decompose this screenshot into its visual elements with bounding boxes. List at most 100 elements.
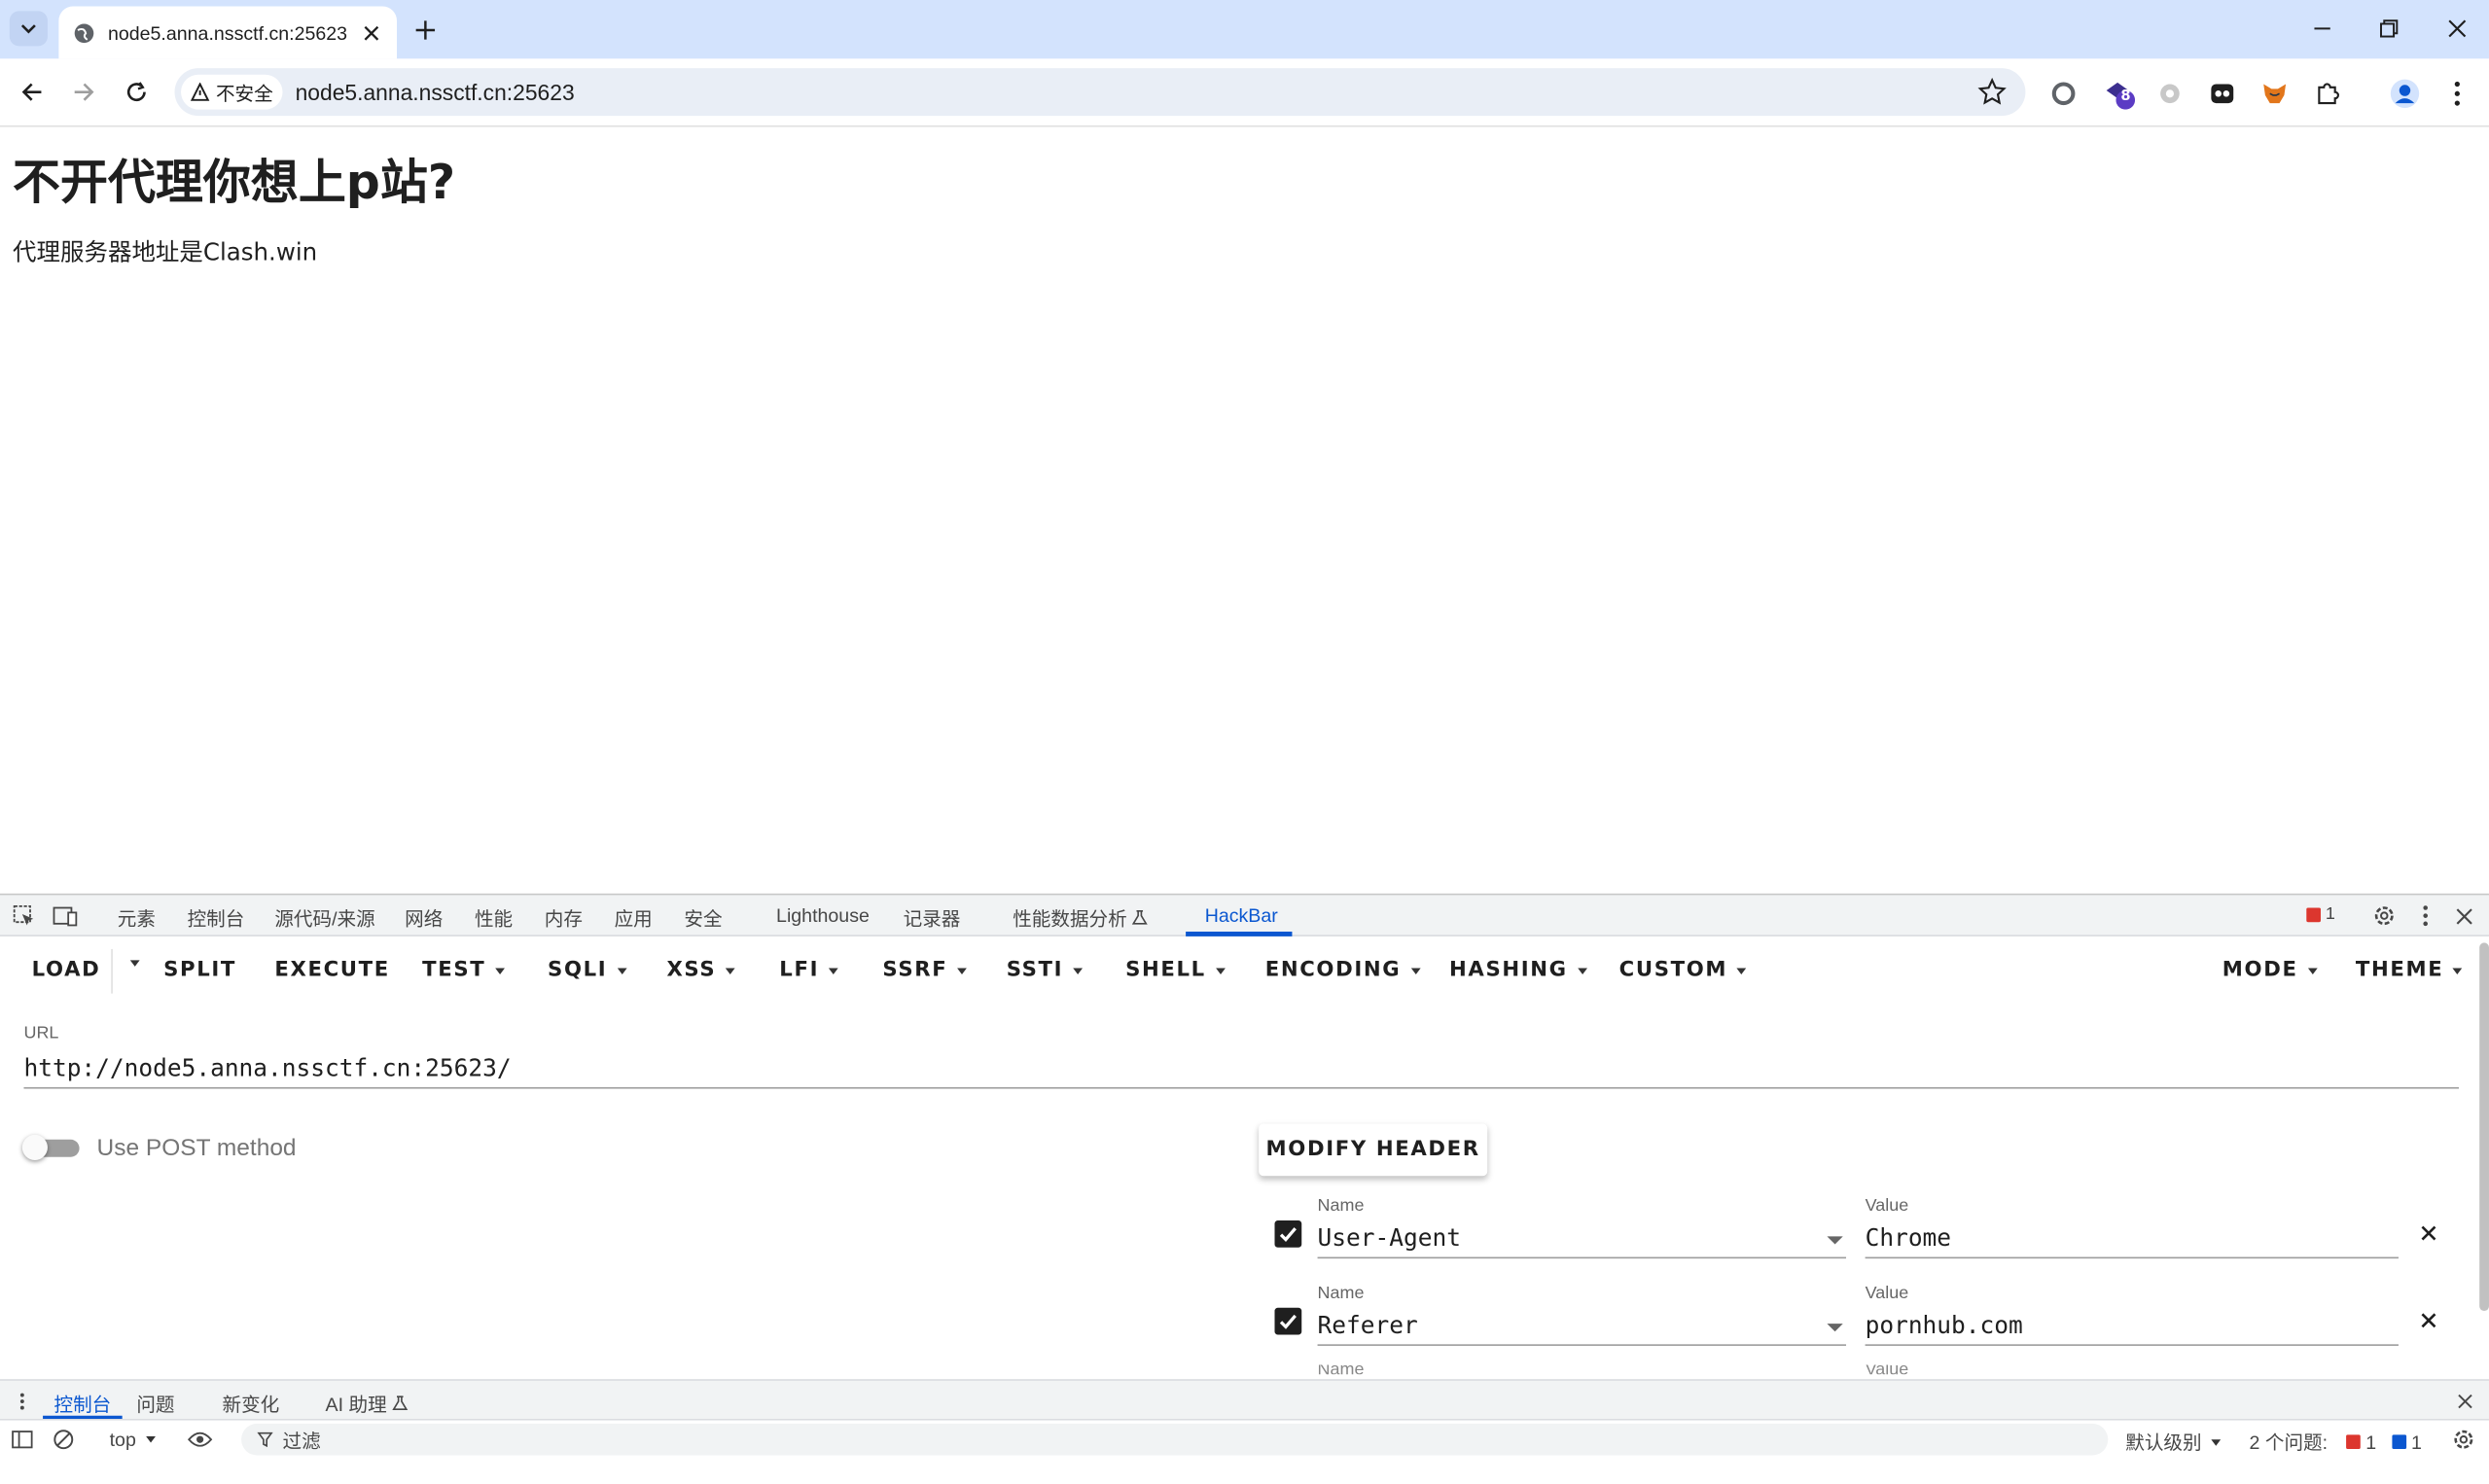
extension-circle-icon[interactable] (2046, 76, 2081, 111)
reload-button[interactable] (116, 71, 157, 112)
devtools-close-icon[interactable] (2451, 903, 2476, 929)
mode-menu[interactable]: MODE (2222, 959, 2318, 982)
sqli-menu[interactable]: SQLI (548, 959, 626, 982)
header-name-field[interactable]: Referer (1317, 1308, 1847, 1346)
header-value-field[interactable]: pornhub.com (1865, 1308, 2399, 1346)
lfi-menu[interactable]: LFI (779, 959, 838, 982)
metamask-fox-icon[interactable] (2258, 76, 2293, 111)
header-name-field[interactable]: User-Agent (1317, 1220, 1847, 1259)
console-settings-icon[interactable] (2451, 1427, 2476, 1452)
devtools-settings-icon[interactable] (2371, 903, 2397, 929)
browser-tabstrip: node5.anna.nssctf.cn:25623 (0, 0, 2489, 59)
extensions-puzzle-icon[interactable] (2310, 76, 2345, 111)
theme-menu[interactable]: THEME (2356, 959, 2463, 982)
clear-console-icon[interactable] (51, 1427, 76, 1452)
arrow-right-icon (74, 83, 94, 101)
tab-performance-insights[interactable]: 性能数据分析 (1013, 904, 1149, 932)
restore-button[interactable] (2371, 13, 2406, 45)
caret-down-icon (495, 967, 505, 974)
header-name-label: Name (1317, 1196, 1365, 1217)
remove-header-icon[interactable] (2416, 1220, 2441, 1246)
tab-elements[interactable]: 元素 (118, 904, 156, 932)
new-tab-button[interactable] (409, 15, 442, 47)
caret-down-icon (2307, 967, 2318, 974)
tab-search-button[interactable] (9, 11, 48, 47)
tab-network[interactable]: 网络 (405, 904, 443, 932)
page-text: 代理服务器地址是Clash.win (13, 237, 318, 267)
tab-memory[interactable]: 内存 (545, 904, 583, 932)
drawer-menu-icon[interactable] (10, 1389, 35, 1414)
ssrf-label: SSRF (882, 958, 948, 983)
execute-button[interactable]: EXECUTE (274, 959, 390, 982)
hashing-menu[interactable]: HASHING (1449, 959, 1587, 982)
browser-toolbar: 不安全 node5.anna.nssctf.cn:25623 8 (0, 58, 2489, 127)
load-dropdown-button[interactable] (121, 960, 140, 967)
context-selector[interactable]: top (110, 1429, 156, 1451)
extension-gear-icon[interactable] (2152, 76, 2187, 111)
filter-placeholder: 过滤 (282, 1429, 321, 1452)
caret-down-icon (1736, 967, 1747, 974)
xss-menu[interactable]: XSS (666, 959, 735, 982)
tab-lighthouse[interactable]: Lighthouse (776, 904, 870, 927)
shell-menu[interactable]: SHELL (1125, 959, 1226, 982)
tab-hackbar[interactable]: HackBar (1205, 904, 1278, 927)
tab-recorder[interactable]: 记录器 (904, 904, 961, 932)
encoding-menu[interactable]: ENCODING (1265, 959, 1420, 982)
hackbar-scrollbar[interactable] (2479, 942, 2489, 1312)
device-toolbar-icon[interactable] (53, 903, 78, 929)
header-name-dropdown-icon[interactable] (1827, 1324, 1843, 1332)
remove-header-icon[interactable] (2416, 1308, 2441, 1333)
modify-header-button[interactable]: MODIFY HEADER (1259, 1123, 1488, 1177)
error-icon (2306, 906, 2321, 922)
drawer-tab-ai-assistant[interactable]: AI 助理 (326, 1391, 409, 1418)
filter-icon (257, 1431, 273, 1448)
security-chip[interactable]: 不安全 (181, 74, 283, 110)
address-text[interactable]: node5.anna.nssctf.cn:25623 (296, 80, 575, 105)
test-menu[interactable]: TEST (422, 959, 505, 982)
drawer-close-icon[interactable] (2452, 1389, 2477, 1414)
load-button[interactable]: LOAD (32, 959, 101, 982)
tab-console[interactable]: 控制台 (188, 904, 245, 932)
inspect-element-icon[interactable] (11, 903, 36, 929)
error-count: 1 (2325, 904, 2335, 924)
ssti-menu[interactable]: SSTI (1007, 959, 1083, 982)
log-level-selector[interactable]: 默认级别 (2125, 1429, 2222, 1456)
drawer-tab-issues[interactable]: 问题 (136, 1391, 174, 1418)
post-method-toggle[interactable] (21, 1134, 80, 1160)
ssrf-menu[interactable]: SSRF (882, 959, 967, 982)
live-expression-eye-icon[interactable] (188, 1427, 213, 1452)
header-name-dropdown-icon[interactable] (1827, 1236, 1843, 1245)
minimize-button[interactable] (2305, 13, 2340, 45)
extension-mask-icon[interactable] (2205, 76, 2240, 111)
arrow-left-icon (21, 83, 42, 101)
url-input[interactable] (23, 1047, 2459, 1089)
tab-performance[interactable]: 性能 (475, 904, 513, 932)
window-close-button[interactable] (2439, 13, 2474, 45)
error-count-badge[interactable]: 1 (2306, 904, 2335, 924)
sidebar-toggle-icon[interactable] (10, 1427, 35, 1452)
issues-counter[interactable]: 2 个问题: 1 1 (2250, 1429, 2422, 1456)
split-button[interactable]: SPLIT (163, 959, 236, 982)
drawer-tab-console[interactable]: 控制台 (53, 1391, 111, 1418)
tab-sources[interactable]: 源代码/来源 (274, 904, 374, 932)
tab-application[interactable]: 应用 (615, 904, 653, 932)
header-enabled-checkbox[interactable] (1274, 1307, 1302, 1335)
console-filter-input[interactable]: 过滤 (241, 1423, 2109, 1456)
back-button[interactable] (11, 71, 52, 112)
tab-security[interactable]: 安全 (684, 904, 722, 932)
browser-tab-active[interactable]: node5.anna.nssctf.cn:25623 (58, 6, 397, 59)
browser-menu-icon[interactable] (2439, 76, 2474, 111)
devtools-menu-icon[interactable] (2413, 903, 2438, 929)
tab-close-icon[interactable] (359, 19, 384, 45)
bookmark-star-icon[interactable] (1977, 77, 2007, 106)
address-bar[interactable]: 不安全 node5.anna.nssctf.cn:25623 (174, 68, 2026, 117)
header-value-field[interactable]: Chrome (1865, 1220, 2399, 1259)
header-value-label: Value (1865, 1284, 1909, 1303)
forward-button[interactable] (63, 71, 104, 112)
page-heading: 不开代理你想上p站? (13, 155, 456, 212)
drawer-tab-whats-new[interactable]: 新变化 (222, 1391, 279, 1418)
header-enabled-checkbox[interactable] (1274, 1220, 1302, 1248)
extension-badge-icon[interactable]: 8 (2102, 76, 2137, 111)
custom-menu[interactable]: CUSTOM (1619, 959, 1747, 982)
profile-avatar-icon[interactable] (2388, 76, 2423, 111)
